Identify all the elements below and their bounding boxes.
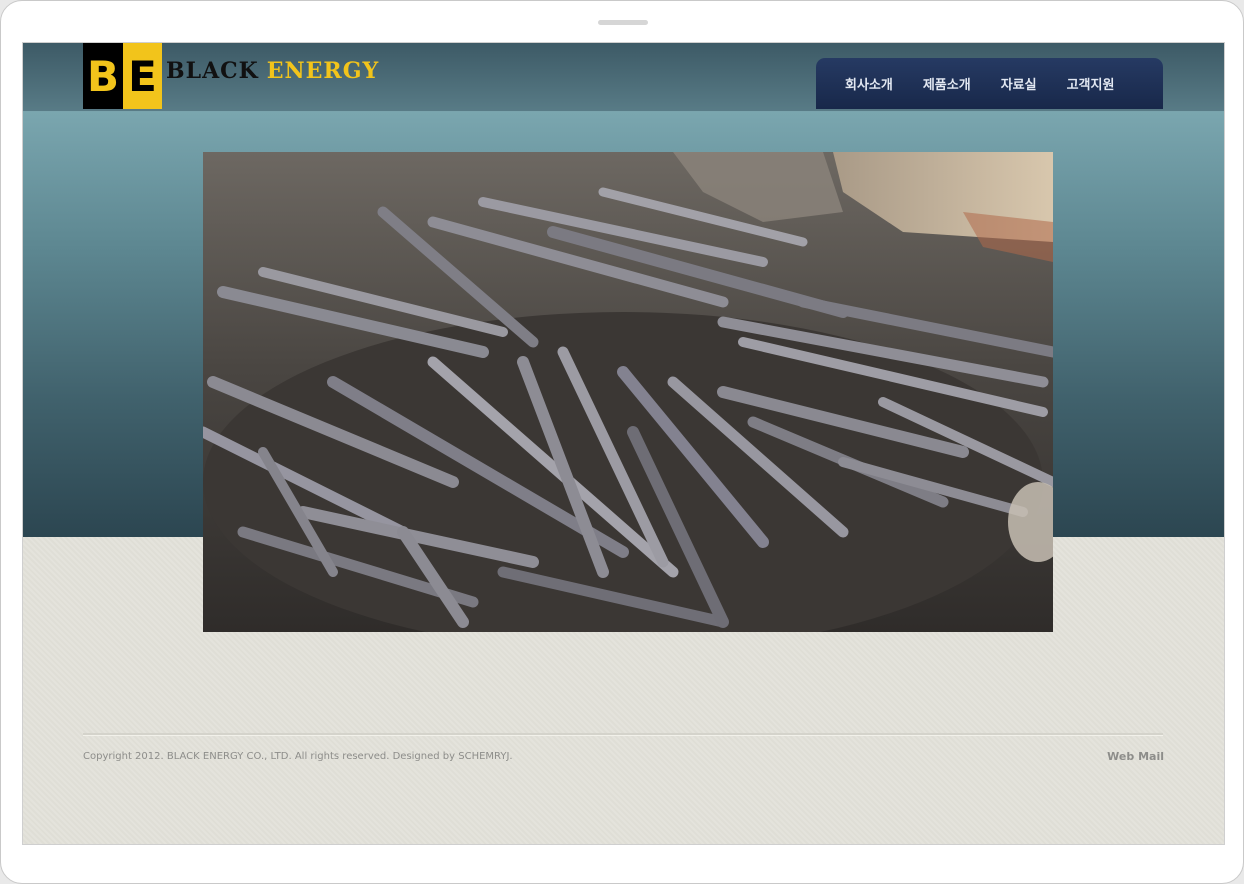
site-logo[interactable]: B E BLACK ENERGY <box>83 43 379 109</box>
device-speaker <box>598 20 648 25</box>
footer-copyright: Copyright 2012. BLACK ENERGY CO., LTD. A… <box>83 751 513 762</box>
device-frame: B E BLACK ENERGY 회사소개 제품소개 자료실 고객지원 Copy… <box>0 0 1244 884</box>
logo-word-black: BLACK <box>166 58 259 84</box>
nav-item-company[interactable]: 회사소개 <box>845 74 893 93</box>
main-navigation: 회사소개 제품소개 자료실 고객지원 <box>816 58 1163 109</box>
webmail-link[interactable]: Web Mail <box>1107 750 1164 763</box>
logo-letter-e: E <box>123 43 162 109</box>
nav-item-resources[interactable]: 자료실 <box>1001 74 1037 93</box>
nav-item-products[interactable]: 제품소개 <box>923 74 971 93</box>
logo-word-energy: ENERGY <box>266 58 380 84</box>
footer-divider <box>83 733 1163 736</box>
website-viewport: B E BLACK ENERGY 회사소개 제품소개 자료실 고객지원 Copy… <box>22 42 1225 845</box>
logo-letter-b: B <box>83 43 123 109</box>
nav-item-support[interactable]: 고객지원 <box>1067 74 1115 93</box>
logo-wordmark: BLACK ENERGY <box>166 58 379 84</box>
hero-photo-charcoal <box>203 152 1053 632</box>
site-header: B E BLACK ENERGY 회사소개 제품소개 자료실 고객지원 <box>23 43 1224 112</box>
